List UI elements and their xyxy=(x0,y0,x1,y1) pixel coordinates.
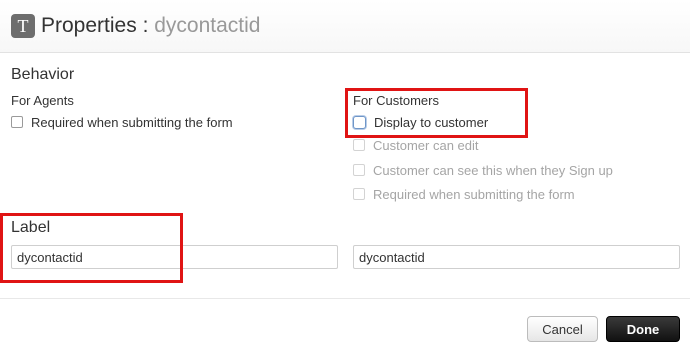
customer-required-checkbox[interactable] xyxy=(353,188,365,200)
agent-required-label: Required when submitting the form xyxy=(31,114,233,130)
title-prefix: Properties xyxy=(41,14,137,37)
label-heading: Label xyxy=(11,219,51,236)
properties-dialog: T Properties : dycontactid Behavior For … xyxy=(0,0,690,353)
customer-can-edit-checkbox[interactable] xyxy=(353,139,365,151)
done-button[interactable]: Done xyxy=(606,316,680,342)
for-customers-heading: For Customers xyxy=(353,93,439,108)
cancel-button[interactable]: Cancel xyxy=(527,316,598,342)
title-separator: : xyxy=(142,14,149,37)
dialog-title: Properties : dycontactid xyxy=(41,12,260,40)
customer-required-option[interactable]: Required when submitting the form xyxy=(353,186,575,202)
agent-required-checkbox[interactable] xyxy=(11,116,23,128)
behavior-heading: Behavior xyxy=(11,66,75,83)
for-agents-heading: For Agents xyxy=(11,93,74,108)
display-to-customer-checkbox[interactable] xyxy=(353,115,366,129)
customer-label-input[interactable] xyxy=(353,245,680,269)
customer-see-signup-label: Customer can see this when they Sign up xyxy=(373,162,613,178)
customer-see-signup-option[interactable]: Customer can see this when they Sign up xyxy=(353,162,613,178)
customer-can-edit-label: Customer can edit xyxy=(373,137,479,153)
agent-label-input[interactable] xyxy=(11,245,338,269)
footer-divider xyxy=(0,298,690,299)
text-field-icon: T xyxy=(11,14,35,38)
title-field-name: dycontactid xyxy=(154,14,261,37)
display-to-customer-label: Display to customer xyxy=(374,114,489,130)
agent-required-option[interactable]: Required when submitting the form xyxy=(11,114,233,130)
display-to-customer-option[interactable]: Display to customer xyxy=(353,114,488,130)
dialog-header: T Properties : dycontactid xyxy=(0,0,690,53)
customer-see-signup-checkbox[interactable] xyxy=(353,164,365,176)
customer-can-edit-option[interactable]: Customer can edit xyxy=(353,137,479,153)
customer-required-label: Required when submitting the form xyxy=(373,186,575,202)
